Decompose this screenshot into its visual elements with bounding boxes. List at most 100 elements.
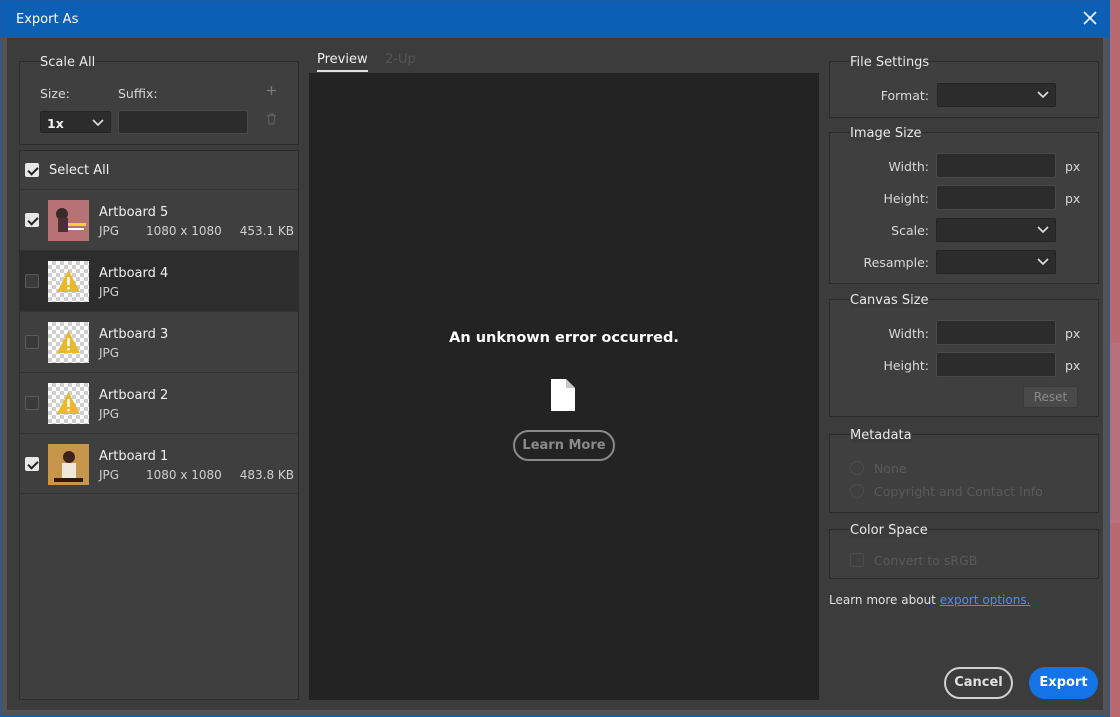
- preview-area: An unknown error occurred. Learn More: [309, 73, 819, 700]
- tab-preview[interactable]: Preview: [317, 52, 368, 72]
- artboard-checkbox[interactable]: [25, 213, 39, 227]
- learn-more-prefix: Learn more about: [829, 593, 940, 607]
- artboard-name: Artboard 5: [99, 205, 169, 220]
- metadata-none-radio[interactable]: [850, 461, 864, 475]
- canvas-height-unit: px: [1065, 358, 1081, 373]
- artboard-row[interactable]: Artboard 2 JPG: [20, 372, 298, 433]
- export-button[interactable]: Export: [1029, 667, 1098, 699]
- convert-srgb-checkbox[interactable]: [850, 553, 864, 567]
- artboard-format: JPG: [99, 224, 120, 238]
- artboard-checkbox[interactable]: [25, 396, 39, 410]
- metadata-copyright-radio[interactable]: [850, 484, 864, 498]
- learn-more-button[interactable]: Learn More: [513, 430, 615, 461]
- metadata-legend: Metadata: [850, 428, 912, 443]
- artboard-row[interactable]: Artboard 3 JPG: [20, 311, 298, 372]
- canvas-height-input[interactable]: [936, 352, 1056, 377]
- artboard-file-size: 483.8 KB: [239, 468, 294, 482]
- artboard-format: JPG: [99, 346, 120, 360]
- resample-select[interactable]: [936, 250, 1056, 274]
- select-all-checkbox[interactable]: [25, 163, 39, 177]
- canvas-height-label: Height:: [883, 358, 929, 373]
- artboard-thumbnail: [48, 383, 89, 424]
- artboard-thumbnail: [48, 200, 89, 241]
- export-as-dialog: Export As Scale All Size: Suffix: 1x Sel…: [0, 0, 1110, 717]
- image-width-label: Width:: [888, 159, 929, 174]
- image-width-unit: px: [1065, 159, 1081, 174]
- chevron-down-icon: [1037, 258, 1049, 266]
- format-select[interactable]: [937, 83, 1056, 107]
- artboard-row[interactable]: Artboard 4 JPG: [20, 250, 298, 311]
- artboard-file-size: 453.1 KB: [239, 224, 294, 238]
- scale-all-legend: Scale All: [40, 55, 96, 70]
- scale-size-select[interactable]: 1x: [40, 111, 111, 133]
- convert-srgb-label: Convert to sRGB: [874, 553, 978, 568]
- artboard-thumbnail: [48, 322, 89, 363]
- export-options-link[interactable]: export options.: [940, 593, 1031, 607]
- color-space-panel: Color Space Convert to sRGB: [829, 523, 1099, 579]
- artboard-format: JPG: [99, 407, 120, 421]
- artboard-checkbox[interactable]: [25, 335, 39, 349]
- trash-icon[interactable]: [266, 113, 277, 125]
- artboard-row[interactable]: Artboard 5 JPG 1080 x 1080 453.1 KB: [20, 189, 298, 250]
- cancel-button[interactable]: Cancel: [944, 667, 1013, 699]
- close-icon[interactable]: [1080, 8, 1100, 28]
- canvas-size-legend: Canvas Size: [850, 293, 929, 308]
- scale-select[interactable]: [936, 218, 1056, 242]
- canvas-size-panel: Canvas Size Width: px Height: px Reset: [829, 293, 1099, 417]
- artboard-name: Artboard 2: [99, 388, 169, 403]
- metadata-panel: Metadata None Copyright and Contact Info: [829, 428, 1099, 513]
- image-width-input[interactable]: [936, 153, 1056, 178]
- artboard-list-panel: Select All Artboard 5 JPG 1080 x 1080 45…: [19, 150, 299, 700]
- canvas-width-unit: px: [1065, 326, 1081, 341]
- metadata-copyright-label: Copyright and Contact Info: [874, 484, 1043, 499]
- image-height-label: Height:: [883, 191, 929, 206]
- file-settings-legend: File Settings: [850, 55, 930, 70]
- export-options-help: Learn more about export options.: [829, 593, 1030, 607]
- dialog-content: Scale All Size: Suffix: 1x Select All Ar…: [7, 38, 1103, 710]
- artboard-name: Artboard 3: [99, 327, 169, 342]
- scale-all-panel: Scale All Size: Suffix: 1x: [19, 55, 299, 145]
- dialog-title: Export As: [16, 12, 79, 27]
- image-height-unit: px: [1065, 191, 1081, 206]
- artboard-row[interactable]: Artboard 1 JPG 1080 x 1080 483.8 KB: [20, 433, 298, 494]
- tab-2-up[interactable]: 2-Up: [385, 52, 416, 67]
- artboard-thumbnail: [48, 261, 89, 302]
- format-label: Format:: [880, 88, 929, 103]
- suffix-input[interactable]: [118, 110, 248, 134]
- metadata-none-label: None: [874, 461, 907, 476]
- scale-size-value: 1x: [47, 116, 64, 131]
- chevron-down-icon: [1037, 226, 1049, 234]
- warning-icon: [57, 270, 80, 292]
- artboard-checkbox[interactable]: [25, 274, 39, 288]
- artboard-checkbox[interactable]: [25, 457, 39, 471]
- image-height-input[interactable]: [936, 185, 1056, 210]
- title-bar: Export As: [1, 1, 1109, 38]
- artboard-dimensions: 1080 x 1080: [146, 224, 222, 238]
- image-size-legend: Image Size: [850, 126, 922, 141]
- resample-label: Resample:: [863, 255, 929, 270]
- file-settings-panel: File Settings Format:: [829, 55, 1099, 118]
- document-icon: [551, 379, 575, 411]
- artboard-dimensions: 1080 x 1080: [146, 468, 222, 482]
- suffix-label: Suffix:: [118, 86, 158, 101]
- image-size-panel: Image Size Width: px Height: px Scale: R…: [829, 126, 1099, 284]
- artboard-format: JPG: [99, 468, 120, 482]
- select-all-row[interactable]: Select All: [20, 151, 298, 189]
- artboard-format: JPG: [99, 285, 120, 299]
- warning-icon: [57, 392, 80, 414]
- artboard-name: Artboard 4: [99, 266, 169, 281]
- select-all-label: Select All: [49, 163, 110, 178]
- background-artwork-sliver: [1110, 343, 1120, 523]
- error-message: An unknown error occurred.: [449, 330, 679, 346]
- warning-icon: [57, 331, 80, 353]
- canvas-width-input[interactable]: [936, 320, 1056, 345]
- reset-button[interactable]: Reset: [1023, 386, 1078, 408]
- scale-label: Scale:: [891, 223, 929, 238]
- chevron-down-icon: [1037, 91, 1049, 99]
- artboard-thumbnail: [48, 444, 89, 485]
- size-label: Size:: [40, 86, 70, 101]
- chevron-down-icon: [92, 119, 104, 127]
- artboard-name: Artboard 1: [99, 449, 169, 464]
- plus-icon[interactable]: [266, 85, 277, 96]
- canvas-width-label: Width:: [888, 326, 929, 341]
